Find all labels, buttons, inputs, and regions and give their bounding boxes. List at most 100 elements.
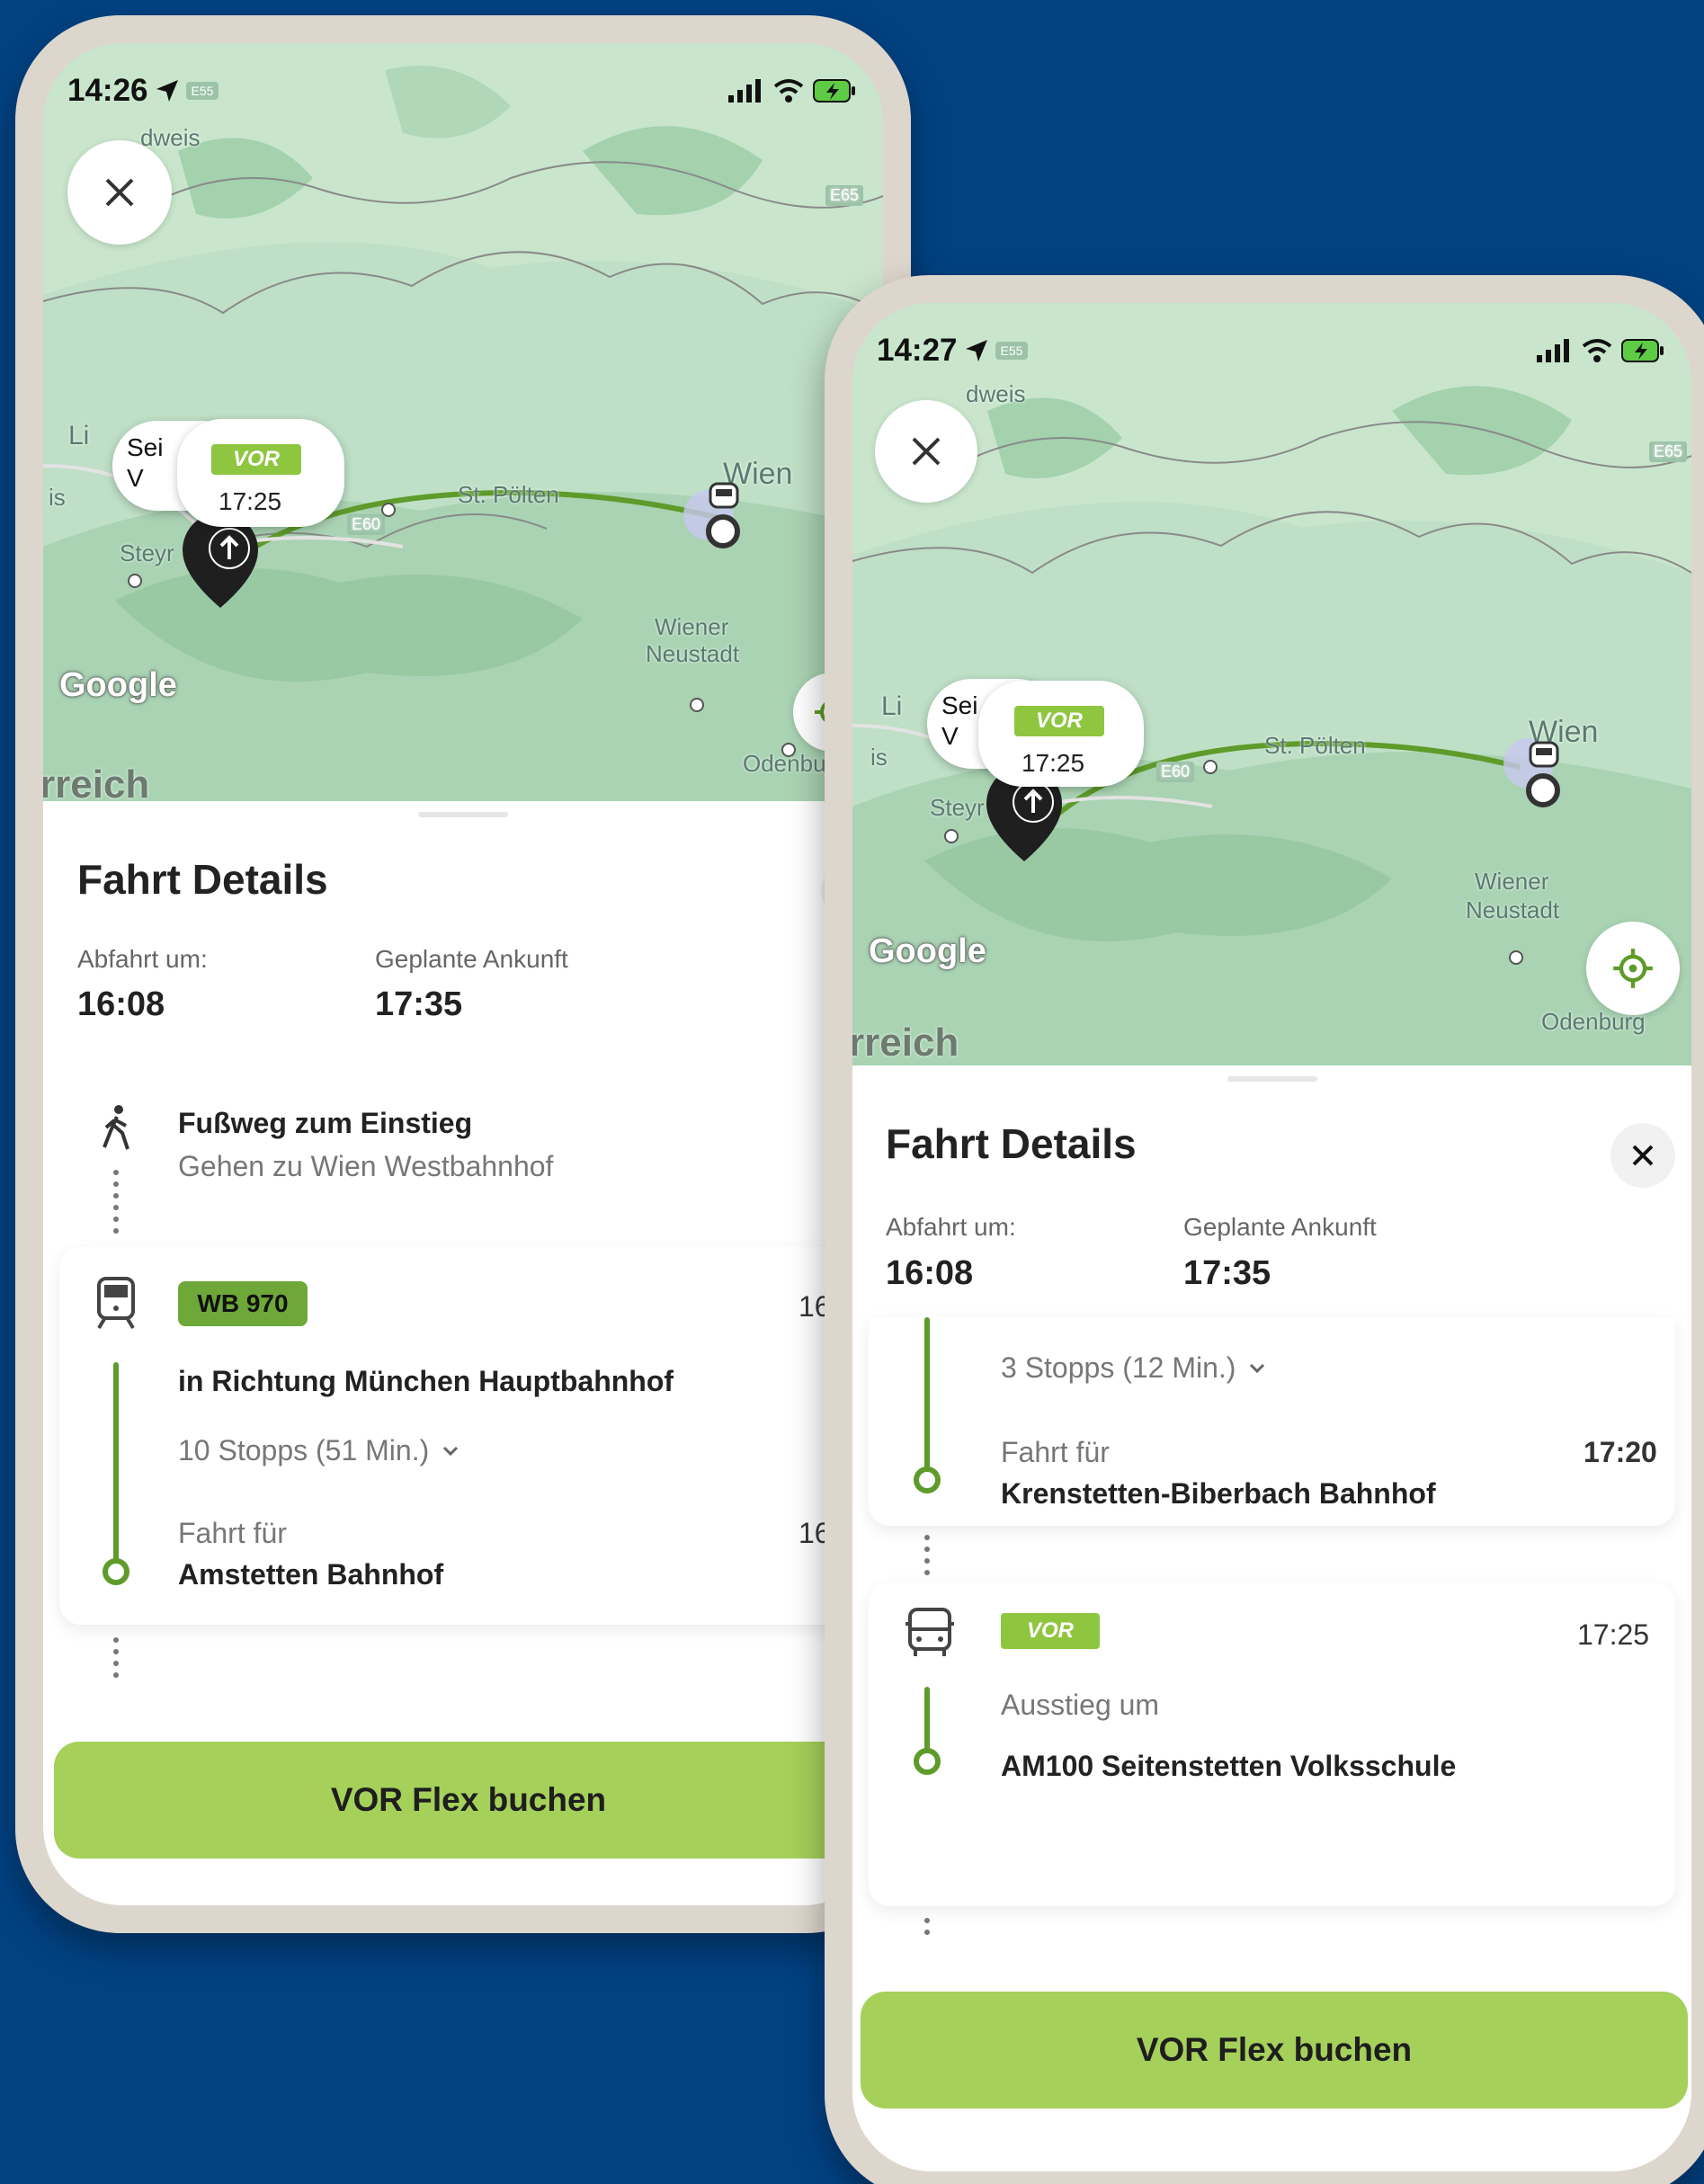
walk-subtitle: Gehen zu Wien Westbahnhof <box>178 1150 554 1182</box>
stops-toggle[interactable]: 10 Stopps (51 Min.) <box>178 1434 459 1467</box>
departure-label: Abfahrt um: <box>886 1213 1016 1241</box>
page-title: Fahrt Details <box>886 1120 1137 1167</box>
wifi-icon <box>773 79 804 103</box>
train-leg-card[interactable]: WB 970 16:08 in Richtung München Hauptba… <box>59 1247 883 1625</box>
map[interactable]: dweis E65 St. Pölten E60 Steyr Wien Wien… <box>852 303 1691 1065</box>
map-label-reich: rreich <box>852 1021 959 1065</box>
arrival-label: Geplante Ankunft <box>375 945 568 973</box>
book-vor-flex-button[interactable]: VOR Flex buchen <box>861 1992 1688 2108</box>
close-map-button[interactable] <box>875 400 977 503</box>
map-label-odenburg: Odenbur <box>743 750 834 777</box>
status-icons <box>1537 337 1664 364</box>
bubble-line1: Sei <box>127 433 164 461</box>
walk-icon <box>103 1105 129 1150</box>
stops-text: 3 Stopps (12 Min.) <box>1001 1351 1236 1384</box>
flex-leg-card[interactable]: VOR 17:25 Ausstieg um AM100 Seitenstette… <box>869 1582 1675 1906</box>
map-label-wiener: Wiener <box>655 613 729 640</box>
status-bar: 14:26 E55 <box>43 68 883 113</box>
location-arrow-icon <box>965 340 987 361</box>
status-icons <box>728 77 856 104</box>
map-label-e65: E65 <box>825 185 864 206</box>
map-label-steyr: Steyr <box>120 539 174 566</box>
train-leg-card[interactable]: 3 Stopps (12 Min.) Fahrt für Krenstetten… <box>869 1317 1675 1526</box>
battery-icon <box>813 79 855 103</box>
map-label-reich: rreich <box>43 762 150 801</box>
ride-label: Fahrt für <box>1001 1436 1110 1468</box>
sheet-close-button[interactable] <box>1610 1123 1675 1188</box>
trip-details-sheet: Fahrt Details Abfahrt um: 16:08 Geplante… <box>43 801 883 1905</box>
close-icon <box>105 178 134 207</box>
map[interactable]: dweis E65 St. Pölten E60 Steyr Wien Wien… <box>43 43 883 801</box>
map-label-is: is <box>49 484 66 511</box>
close-icon <box>1632 1145 1654 1166</box>
departure-value: 16:08 <box>77 985 165 1023</box>
ride-label: Fahrt für <box>178 1517 287 1549</box>
map-bubble-vor[interactable]: VOR 17:25 <box>978 681 1144 787</box>
locate-icon <box>1613 949 1653 988</box>
train-icon <box>97 1277 135 1330</box>
close-map-button[interactable] <box>67 140 172 245</box>
transfer-dots <box>924 1535 930 1582</box>
locate-button[interactable] <box>1586 922 1680 1015</box>
status-time: 14:26 <box>67 73 148 108</box>
map-label-e60: E60 <box>347 514 386 535</box>
google-logo: Google <box>59 666 177 704</box>
stops-toggle[interactable]: 3 Stopps (12 Min.) <box>1001 1351 1266 1385</box>
map-label-steyr: Steyr <box>930 794 985 821</box>
phone-right: dweis E65 St. Pölten E60 Steyr Wien Wien… <box>825 275 1704 2184</box>
status-time-group: 14:27 E55 <box>877 333 1029 369</box>
map-label-st-poelten: St. Pölten <box>1264 732 1366 759</box>
vor-flex-logo: VOR <box>1014 706 1104 736</box>
status-time-group: 14:26 E55 <box>67 73 219 109</box>
map-label-wiener: Wiener <box>1475 868 1549 895</box>
map-bubble-vor[interactable]: VOR 17:25 <box>177 419 344 527</box>
location-arrow-icon <box>156 80 178 102</box>
train-direction: in Richtung München Hauptbahnhof <box>178 1365 674 1397</box>
status-road-tag: E55 <box>185 82 219 100</box>
bubble-line1: Sei <box>941 691 978 719</box>
map-label-li: Li <box>881 691 903 721</box>
vor-flex-logo: VOR <box>211 444 301 475</box>
train-station-pin-icon <box>1526 741 1560 807</box>
phone-right-screen: dweis E65 St. Pölten E60 Steyr Wien Wien… <box>852 303 1691 2171</box>
walk-dots <box>113 1170 119 1240</box>
trip-details-sheet: Fahrt Details Abfahrt um: 16:08 Geplante… <box>852 1065 1691 2171</box>
google-logo: Google <box>869 932 986 970</box>
departure-value: 16:08 <box>886 1254 974 1292</box>
exit-stop: AM100 Seitenstetten Volksschule <box>1001 1750 1457 1782</box>
wifi-icon <box>1582 339 1612 362</box>
train-line-badge: WB 970 <box>178 1281 308 1326</box>
departure-label: Abfahrt um: <box>77 945 208 973</box>
sheet-handle[interactable] <box>1227 1076 1317 1082</box>
signal-icon <box>1537 339 1569 362</box>
bubble-time: 17:25 <box>219 487 282 515</box>
route-line <box>113 1362 119 1571</box>
map-label-e65: E65 <box>1649 441 1688 462</box>
signal-icon <box>728 79 761 103</box>
map-label-li: Li <box>68 421 90 450</box>
route-end-ring <box>103 1558 129 1585</box>
phone-left-screen: dweis E65 St. Pölten E60 Steyr Wien Wien… <box>43 43 883 1905</box>
ride-arrival-time: 17:20 <box>1584 1436 1657 1468</box>
train-station-pin-icon <box>706 482 740 548</box>
map-label-neustadt: Neustadt <box>1466 896 1560 923</box>
book-vor-flex-button[interactable]: VOR Flex buchen <box>54 1742 883 1859</box>
route-line <box>924 1687 930 1753</box>
map-label-st-poelten: St. Pölten <box>458 481 559 508</box>
exit-label: Ausstieg um <box>1001 1689 1160 1721</box>
bus-icon <box>906 1608 954 1656</box>
map-label-e60: E60 <box>1156 762 1195 782</box>
flex-departure-time: 17:25 <box>1577 1618 1650 1651</box>
map-label-is: is <box>870 744 888 771</box>
ride-stop: Krenstetten-Biberbach Bahnhof <box>1001 1477 1436 1510</box>
end-dots <box>924 1918 930 1941</box>
chevron-down-icon <box>443 1446 459 1456</box>
ride-stop: Amstetten Bahnhof <box>178 1558 444 1591</box>
walk-title: Fußweg zum Einstieg <box>178 1107 473 1139</box>
map-label-dweis: dweis <box>966 380 1026 407</box>
bubble-line2: V <box>127 464 144 492</box>
page-title: Fahrt Details <box>77 856 328 903</box>
bubble-time: 17:25 <box>1022 749 1085 777</box>
sheet-handle[interactable] <box>418 812 508 817</box>
vor-flex-logo: VOR <box>1001 1613 1100 1649</box>
